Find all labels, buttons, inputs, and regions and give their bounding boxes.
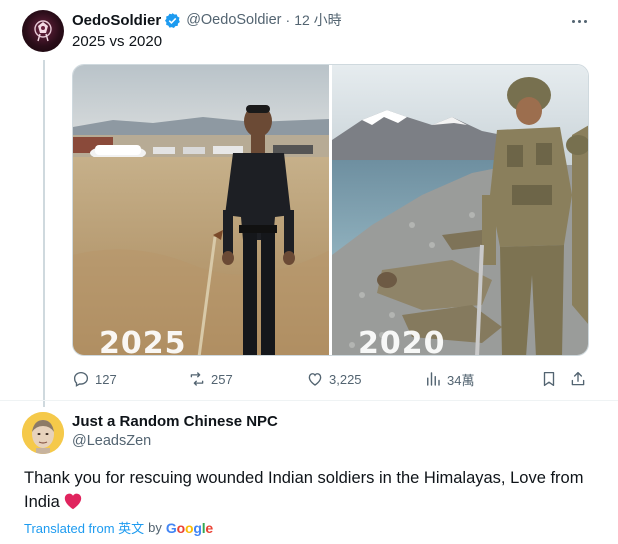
tweet-divider — [0, 400, 618, 401]
photo-2020-image — [331, 65, 588, 355]
tweet-media[interactable]: 2025 2020 — [72, 64, 589, 356]
like-button[interactable]: 3,225 — [306, 368, 362, 390]
thread-connector-line — [43, 60, 45, 407]
year-label-2025: 2025 — [99, 326, 187, 355]
separator-dot: · — [285, 12, 291, 28]
reply-handle[interactable]: @LeadsZen — [72, 433, 151, 449]
more-dots-icon — [571, 19, 575, 23]
more-options-button[interactable] — [566, 12, 592, 30]
translated-from-link[interactable]: Translated from 英文 — [24, 518, 144, 537]
reply-text: Thank you for rescuing wounded Indian so… — [24, 466, 594, 514]
google-logo: Google — [165, 519, 213, 536]
photo-2025[interactable]: 2025 — [73, 65, 329, 355]
translation-by-label: by — [148, 520, 162, 535]
reply-avatar[interactable] — [22, 412, 64, 454]
bookmark-icon — [543, 371, 555, 387]
repost-count: 257 — [211, 371, 233, 387]
views-button[interactable]: 34萬 — [424, 368, 474, 390]
like-count: 3,225 — [329, 371, 362, 387]
photo-2020[interactable]: 2020 — [331, 65, 588, 355]
views-count: 34萬 — [447, 372, 475, 388]
reply-text-content: Thank you for rescuing wounded Indian so… — [24, 469, 584, 511]
tweet-actions-bar: 127 257 3,225 34萬 — [72, 368, 592, 390]
repost-icon — [190, 372, 204, 386]
reply-display-name[interactable]: Just a Random Chinese NPC — [72, 413, 278, 430]
handle[interactable]: @OedoSoldier — [186, 12, 281, 28]
reply-icon — [73, 371, 89, 387]
share-icon — [571, 371, 585, 386]
tweet-header: OedoSoldier @OedoSoldier · 12 小時 — [72, 10, 342, 30]
heart-icon — [308, 373, 322, 386]
reply-avatar-image — [22, 412, 64, 454]
tweet-text: 2025 vs 2020 — [72, 33, 163, 50]
verified-badge-icon — [165, 12, 181, 28]
share-button[interactable] — [569, 368, 592, 390]
red-heart-emoji-icon — [64, 493, 81, 510]
timestamp[interactable]: 12 小時 — [294, 10, 341, 30]
views-chart-icon — [427, 372, 440, 386]
photo-2025-image — [73, 65, 329, 355]
repost-button[interactable]: 257 — [188, 368, 233, 390]
display-name[interactable]: OedoSoldier — [72, 12, 161, 29]
translation-attribution: Translated from 英文 by Google — [24, 518, 213, 537]
avatar[interactable] — [22, 10, 64, 52]
bookmark-button[interactable] — [540, 368, 563, 390]
more-dot — [583, 19, 587, 23]
translated-text-cutoff — [24, 538, 454, 544]
reply-button[interactable]: 127 — [72, 368, 117, 390]
avatar-emblem-icon — [34, 20, 52, 42]
year-label-2020: 2020 — [357, 326, 446, 355]
more-dot — [577, 19, 581, 23]
reply-count: 127 — [95, 371, 117, 387]
